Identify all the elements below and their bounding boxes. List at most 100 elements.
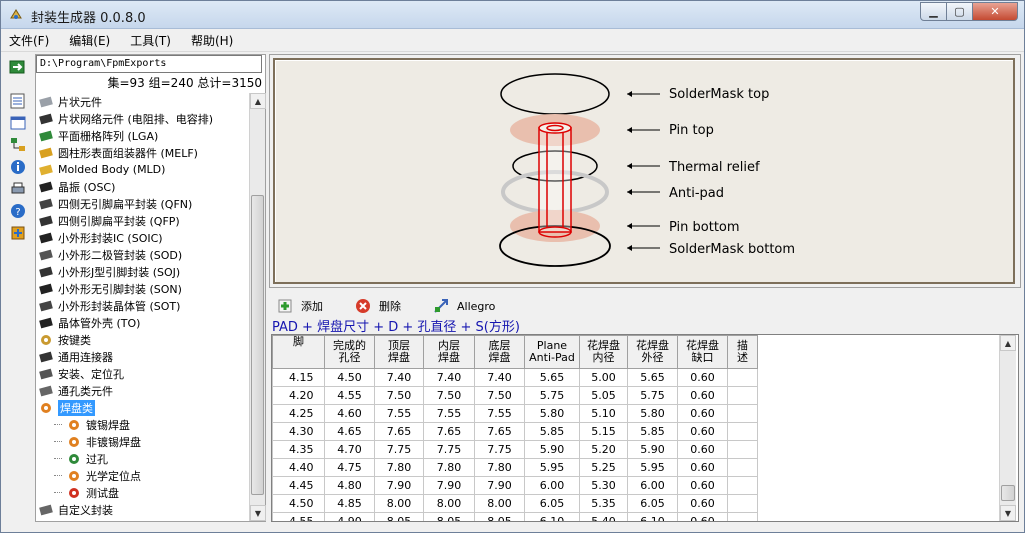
table-cell[interactable]: 4.55 [272,512,325,521]
table-cell[interactable]: 4.90 [324,512,375,521]
column-header[interactable]: 花焊盘 外径 [627,335,678,369]
column-header[interactable]: 脚 [272,335,325,369]
add-button[interactable]: 添加 [271,298,323,314]
table-cell[interactable]: 5.80 [627,404,678,423]
export-path-input[interactable]: D:\Program\FpmExports [36,55,262,73]
table-cell[interactable]: 8.05 [374,512,424,521]
column-header[interactable]: 底层 焊盘 [474,335,525,369]
table-cell[interactable]: 5.40 [579,512,628,521]
grid-scrollbar[interactable]: ▲ ▼ [999,335,1016,521]
tree-item[interactable]: 按键类 [36,331,250,348]
table-cell[interactable]: 7.40 [474,368,525,387]
table-cell[interactable]: 7.40 [374,368,424,387]
print-button[interactable] [7,179,29,199]
table-cell[interactable]: 7.75 [423,440,475,459]
table-cell[interactable]: 7.55 [374,404,424,423]
tree-item[interactable]: 小外形无引脚封装 (SON) [36,280,250,297]
table-cell[interactable] [727,476,758,495]
table-cell[interactable]: 0.60 [677,404,728,423]
tree-item[interactable]: 过孔 [36,450,250,467]
table-cell[interactable]: 8.00 [474,494,525,513]
table-cell[interactable]: 4.45 [272,476,325,495]
grid-scroll-up-button[interactable]: ▲ [1000,335,1016,351]
table-row[interactable]: 4.55 4.90 8.05 8.05 8.05 6.10 5.40 6.10 0.60 [272,512,758,521]
table-row[interactable]: 4.40 4.75 7.80 7.80 7.80 5.95 5.25 5.95 0.60 [272,458,758,477]
table-cell[interactable] [727,494,758,513]
allegro-button[interactable]: Allegro [427,298,495,314]
table-cell[interactable]: 8.05 [423,512,475,521]
table-cell[interactable]: 0.60 [677,458,728,477]
table-cell[interactable]: 0.60 [677,440,728,459]
column-header[interactable]: 描述 [727,335,758,369]
table-cell[interactable]: 8.05 [474,512,525,521]
tree-item[interactable]: 圆柱形表面组装器件 (MELF) [36,144,250,161]
plugin-button[interactable] [7,223,29,243]
table-cell[interactable]: 4.50 [272,494,325,513]
table-cell[interactable] [727,404,758,423]
table-cell[interactable]: 7.80 [374,458,424,477]
table-cell[interactable]: 4.60 [324,404,375,423]
table-cell[interactable]: 6.10 [524,512,580,521]
table-cell[interactable]: 5.15 [579,422,628,441]
table-cell[interactable]: 7.55 [423,404,475,423]
table-cell[interactable]: 4.15 [272,368,325,387]
table-cell[interactable]: 7.50 [474,386,525,405]
list-view-button[interactable] [7,91,29,111]
tree-item[interactable]: 片状网络元件 (电阻排、电容排) [36,110,250,127]
table-cell[interactable] [727,422,758,441]
table-cell[interactable]: 5.20 [579,440,628,459]
scroll-thumb[interactable] [251,195,264,495]
tree-item[interactable]: 焊盘类 [36,399,250,416]
table-row[interactable]: 4.45 4.80 7.90 7.90 7.90 6.00 5.30 6.00 0.60 [272,476,758,495]
menu-file[interactable]: 文件(F) [9,32,49,49]
table-cell[interactable]: 5.90 [524,440,580,459]
scroll-down-button[interactable]: ▼ [250,505,266,521]
tree-item[interactable]: 四侧无引脚扁平封装 (QFN) [36,195,250,212]
tree-item[interactable]: 镀锡焊盘 [36,416,250,433]
tree-item[interactable]: 自定义封装 [36,501,250,518]
table-cell[interactable]: 8.00 [423,494,475,513]
table-row[interactable]: 4.25 4.60 7.55 7.55 7.55 5.80 5.10 5.80 0.60 [272,404,758,423]
table-cell[interactable]: 0.60 [677,386,728,405]
menu-help[interactable]: 帮助(H) [191,32,233,49]
tree-item[interactable]: 小外形封装IC (SOIC) [36,229,250,246]
tree-item[interactable]: 通孔类元件 [36,382,250,399]
table-cell[interactable]: 5.10 [579,404,628,423]
table-cell[interactable]: 4.40 [272,458,325,477]
table-cell[interactable]: 4.20 [272,386,325,405]
table-cell[interactable]: 4.75 [324,458,375,477]
table-cell[interactable]: 6.05 [524,494,580,513]
tree-item[interactable]: 四侧引脚扁平封装 (QFP) [36,212,250,229]
table-cell[interactable] [727,440,758,459]
table-cell[interactable]: 5.05 [579,386,628,405]
tree-item[interactable]: 小外形二极管封装 (SOD) [36,246,250,263]
table-cell[interactable]: 5.75 [524,386,580,405]
table-cell[interactable]: 4.25 [272,404,325,423]
table-cell[interactable]: 4.50 [324,368,375,387]
column-header[interactable]: 顶层 焊盘 [374,335,424,369]
column-header[interactable]: 内层 焊盘 [423,335,475,369]
table-cell[interactable]: 5.35 [579,494,628,513]
table-cell[interactable]: 0.60 [677,368,728,387]
menu-tools[interactable]: 工具(T) [130,32,171,49]
table-cell[interactable] [727,458,758,477]
table-cell[interactable]: 4.85 [324,494,375,513]
table-cell[interactable]: 7.75 [374,440,424,459]
table-cell[interactable]: 4.65 [324,422,375,441]
table-cell[interactable]: 6.10 [627,512,678,521]
table-cell[interactable]: 5.85 [627,422,678,441]
table-cell[interactable]: 0.60 [677,476,728,495]
export-button[interactable] [7,57,29,77]
tree-item[interactable]: 非镀锡焊盘 [36,433,250,450]
table-cell[interactable]: 7.80 [423,458,475,477]
table-cell[interactable]: 4.80 [324,476,375,495]
maximize-button[interactable]: ▢ [947,2,973,21]
table-cell[interactable]: 5.95 [524,458,580,477]
table-cell[interactable] [727,368,758,387]
table-cell[interactable]: 4.55 [324,386,375,405]
tree-item[interactable]: 安装、定位孔 [36,365,250,382]
scroll-up-button[interactable]: ▲ [250,93,266,109]
tree-item[interactable]: 片状元件 [36,93,250,110]
table-cell[interactable]: 5.75 [627,386,678,405]
tree-item[interactable]: 测试盘 [36,484,250,501]
